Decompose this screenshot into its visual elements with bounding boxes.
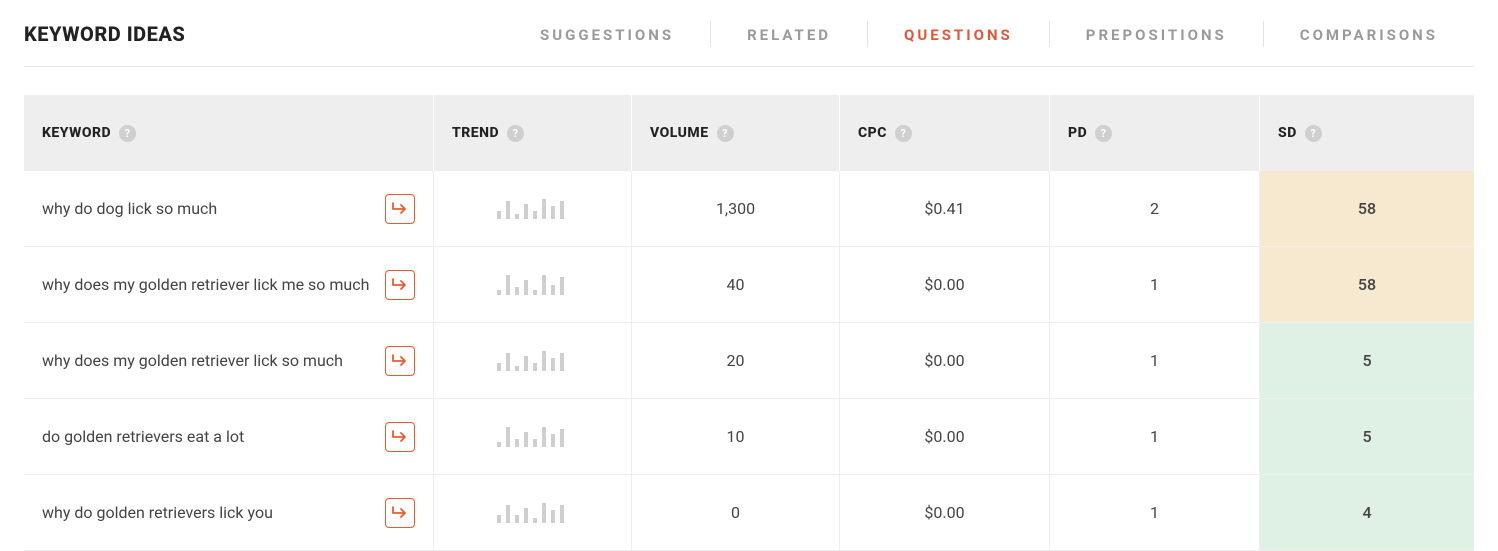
- keyword-text: why do dog lick so much: [42, 198, 385, 220]
- help-icon[interactable]: ?: [1095, 125, 1112, 142]
- open-keyword-button[interactable]: [385, 422, 415, 452]
- table-body: why do dog lick so much 1,300 $0.41 2 58…: [24, 171, 1474, 551]
- cell-keyword: do golden retrievers eat a lot: [24, 399, 434, 474]
- cell-volume: 0: [632, 475, 840, 550]
- cell-cpc: $0.00: [840, 247, 1050, 322]
- table-row: why do golden retrievers lick you 0 $0.0…: [24, 475, 1474, 551]
- cell-volume: 1,300: [632, 171, 840, 246]
- tab-bar: SUGGESTIONS RELATED QUESTIONS PREPOSITIO…: [504, 18, 1474, 66]
- cell-pd: 1: [1050, 475, 1260, 550]
- cell-keyword: why does my golden retriever lick me so …: [24, 247, 434, 322]
- table-row: why do dog lick so much 1,300 $0.41 2 58: [24, 171, 1474, 247]
- tab-comparisons[interactable]: COMPARISONS: [1264, 18, 1474, 66]
- cell-volume: 40: [632, 247, 840, 322]
- go-arrow-icon: [391, 277, 409, 293]
- cell-sd: 4: [1260, 475, 1474, 550]
- go-arrow-icon: [391, 505, 409, 521]
- col-header-trend[interactable]: TREND ?: [434, 95, 632, 171]
- trend-sparkline-icon: [497, 199, 569, 219]
- col-header-volume[interactable]: VOLUME ?: [632, 95, 840, 171]
- trend-sparkline-icon: [497, 275, 569, 295]
- keyword-text: do golden retrievers eat a lot: [42, 426, 385, 448]
- cell-cpc: $0.00: [840, 475, 1050, 550]
- open-keyword-button[interactable]: [385, 498, 415, 528]
- cell-trend: [434, 247, 632, 322]
- cell-trend: [434, 399, 632, 474]
- tab-prepositions[interactable]: PREPOSITIONS: [1050, 18, 1263, 66]
- keyword-table: KEYWORD ? TREND ? VOLUME ? CPC ? PD ? SD…: [24, 95, 1474, 551]
- tab-suggestions[interactable]: SUGGESTIONS: [504, 18, 710, 66]
- go-arrow-icon: [391, 353, 409, 369]
- col-header-label: VOLUME: [650, 125, 709, 141]
- trend-sparkline-icon: [497, 427, 569, 447]
- cell-volume: 10: [632, 399, 840, 474]
- table-row: do golden retrievers eat a lot 10 $0.00 …: [24, 399, 1474, 475]
- table-row: why does my golden retriever lick so muc…: [24, 323, 1474, 399]
- cell-pd: 1: [1050, 247, 1260, 322]
- open-keyword-button[interactable]: [385, 194, 415, 224]
- open-keyword-button[interactable]: [385, 346, 415, 376]
- help-icon[interactable]: ?: [1305, 125, 1322, 142]
- cell-keyword: why do golden retrievers lick you: [24, 475, 434, 550]
- cell-sd: 5: [1260, 323, 1474, 398]
- cell-volume: 20: [632, 323, 840, 398]
- cell-pd: 1: [1050, 399, 1260, 474]
- cell-cpc: $0.00: [840, 399, 1050, 474]
- col-header-label: SD: [1278, 125, 1297, 141]
- col-header-sd[interactable]: SD ?: [1260, 95, 1474, 171]
- help-icon[interactable]: ?: [895, 125, 912, 142]
- cell-trend: [434, 475, 632, 550]
- page-title: KEYWORD IDEAS: [24, 18, 185, 64]
- cell-sd: 58: [1260, 247, 1474, 322]
- cell-cpc: $0.00: [840, 323, 1050, 398]
- col-header-label: PD: [1068, 125, 1087, 141]
- help-icon[interactable]: ?: [717, 125, 734, 142]
- tab-related[interactable]: RELATED: [711, 18, 867, 66]
- col-header-label: CPC: [858, 125, 887, 141]
- cell-cpc: $0.41: [840, 171, 1050, 246]
- panel-header: KEYWORD IDEAS SUGGESTIONS RELATED QUESTI…: [24, 18, 1474, 67]
- col-header-keyword[interactable]: KEYWORD ?: [24, 95, 434, 171]
- keyword-ideas-panel: KEYWORD IDEAS SUGGESTIONS RELATED QUESTI…: [0, 0, 1498, 551]
- keyword-text: why does my golden retriever lick so muc…: [42, 350, 385, 372]
- cell-keyword: why does my golden retriever lick so muc…: [24, 323, 434, 398]
- cell-pd: 1: [1050, 323, 1260, 398]
- cell-sd: 5: [1260, 399, 1474, 474]
- col-header-label: KEYWORD: [42, 125, 111, 141]
- table-header: KEYWORD ? TREND ? VOLUME ? CPC ? PD ? SD…: [24, 95, 1474, 171]
- trend-sparkline-icon: [497, 503, 569, 523]
- table-row: why does my golden retriever lick me so …: [24, 247, 1474, 323]
- cell-pd: 2: [1050, 171, 1260, 246]
- tab-questions[interactable]: QUESTIONS: [868, 18, 1049, 66]
- go-arrow-icon: [391, 429, 409, 445]
- keyword-text: why does my golden retriever lick me so …: [42, 274, 385, 296]
- cell-trend: [434, 323, 632, 398]
- cell-sd: 58: [1260, 171, 1474, 246]
- open-keyword-button[interactable]: [385, 270, 415, 300]
- col-header-pd[interactable]: PD ?: [1050, 95, 1260, 171]
- keyword-text: why do golden retrievers lick you: [42, 502, 385, 524]
- go-arrow-icon: [391, 201, 409, 217]
- help-icon[interactable]: ?: [119, 125, 136, 142]
- trend-sparkline-icon: [497, 351, 569, 371]
- col-header-label: TREND: [452, 125, 499, 141]
- cell-keyword: why do dog lick so much: [24, 171, 434, 246]
- help-icon[interactable]: ?: [507, 125, 524, 142]
- cell-trend: [434, 171, 632, 246]
- col-header-cpc[interactable]: CPC ?: [840, 95, 1050, 171]
